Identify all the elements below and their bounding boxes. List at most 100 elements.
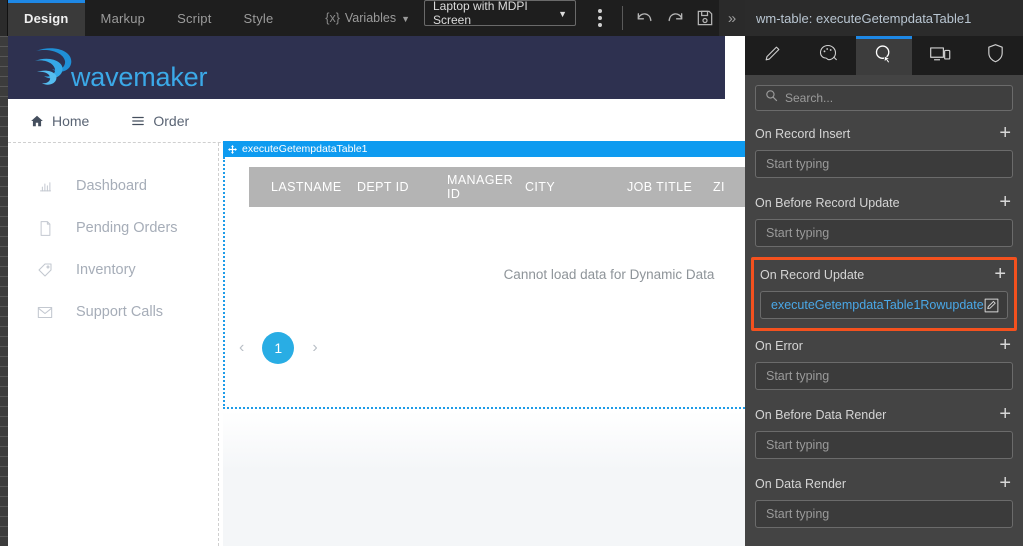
table-column-dept-id[interactable]: DEPT ID — [357, 180, 447, 194]
toolbar-left-edge — [0, 0, 8, 36]
event-header: On Pagination Change + — [755, 542, 1013, 546]
panel-tabs — [745, 36, 1023, 75]
tab-markup[interactable]: Markup — [85, 0, 162, 36]
pagination-prev-icon[interactable]: ‹ — [239, 339, 244, 357]
events-list: On Record Insert + Start typing On Befor… — [745, 119, 1023, 546]
nav-item-home-label: Home — [52, 113, 89, 129]
event-input[interactable]: Start typing — [755, 219, 1013, 247]
variables-prefix-icon: {x} — [325, 11, 340, 25]
search-placeholder: Search... — [785, 91, 833, 105]
device-select[interactable]: Laptop with MDPI Screen ▼ — [424, 0, 576, 26]
sidebar-item-dashboard[interactable]: Dashboard — [8, 165, 218, 207]
add-event-button[interactable]: + — [992, 264, 1008, 287]
pagination-next-icon[interactable]: › — [312, 339, 317, 357]
save-icon[interactable] — [691, 3, 719, 33]
tab-script[interactable]: Script — [161, 0, 227, 36]
tab-events[interactable] — [856, 36, 912, 75]
add-event-button[interactable]: + — [997, 473, 1013, 496]
event-input[interactable]: Start typing — [755, 150, 1013, 178]
toolbar-divider — [622, 6, 623, 30]
chevron-down-icon: ▼ — [558, 9, 567, 19]
event-input[interactable]: executeGetempdataTable1Rowupdate — [760, 291, 1008, 319]
add-event-button[interactable]: + — [997, 192, 1013, 215]
event-header: On Before Record Update + — [755, 192, 1013, 214]
canvas-filler — [223, 411, 745, 546]
device-select-value: Laptop with MDPI Screen — [433, 0, 558, 27]
sidebar-item-inventory[interactable]: Inventory — [8, 249, 218, 291]
table-column-lastname[interactable]: LASTNAME — [249, 180, 357, 194]
add-event-button[interactable]: + — [997, 123, 1013, 146]
ruler-left — [0, 36, 8, 546]
table-column-job-title[interactable]: JOB TITLE — [627, 180, 713, 194]
tab-design[interactable]: Design — [8, 0, 85, 36]
search-input[interactable]: Search... — [755, 85, 1013, 111]
add-event-button[interactable]: + — [997, 335, 1013, 358]
undo-icon[interactable] — [631, 3, 659, 33]
tab-display[interactable] — [912, 36, 968, 75]
event-on-data-render: On Data Render + Start typing — [755, 469, 1013, 538]
tab-security[interactable] — [967, 36, 1023, 75]
edit-icon[interactable] — [984, 298, 999, 313]
chevron-down-icon: ▼ — [401, 14, 410, 24]
event-header: On Record Update + — [760, 264, 1008, 286]
add-event-button[interactable]: + — [997, 404, 1013, 427]
nav-item-home[interactable]: Home — [30, 113, 89, 129]
tab-style[interactable]: Style — [228, 0, 290, 36]
sidebar-item-pending-orders-label: Pending Orders — [76, 220, 178, 236]
tab-markup-label: Markup — [101, 11, 146, 26]
tab-script-label: Script — [177, 11, 211, 26]
toolbar-tabs: Design Markup Script Style — [8, 0, 289, 36]
table-column-city[interactable]: CITY — [525, 180, 627, 194]
table-widget[interactable]: executeGetempdataTable1 LASTNAME DEPT ID… — [223, 157, 745, 409]
variables-label: Variables — [345, 11, 396, 25]
preview-page: wavemaker Home Order — [8, 36, 725, 546]
top-toolbar: Design Markup Script Style {x} Variables… — [0, 0, 745, 36]
variables-button[interactable]: {x} Variables ▼ — [317, 0, 418, 36]
event-placeholder: Start typing — [766, 157, 829, 171]
more-vertical-icon[interactable] — [586, 3, 614, 33]
page-content: Dashboard Pending Orders — [8, 143, 725, 546]
envelope-icon — [36, 306, 54, 319]
event-header: On Data Render + — [755, 473, 1013, 495]
event-input[interactable]: Start typing — [755, 362, 1013, 390]
toolbar-actions — [576, 0, 719, 36]
event-input[interactable]: Start typing — [755, 431, 1013, 459]
shield-icon — [986, 43, 1005, 68]
table-header-row: LASTNAME DEPT ID MANAGER ID CITY JOB TIT… — [249, 167, 745, 207]
table-pagination: ‹ 1 › — [239, 332, 318, 364]
move-icon — [228, 145, 237, 154]
tab-design-label: Design — [24, 11, 69, 26]
page-main: executeGetempdataTable1 LASTNAME DEPT ID… — [219, 143, 725, 546]
widget-selection-label[interactable]: executeGetempdataTable1 — [223, 141, 745, 157]
pagination-page-1[interactable]: 1 — [262, 332, 294, 364]
expand-panel-button[interactable]: » — [719, 0, 745, 36]
page-sidebar: Dashboard Pending Orders — [8, 143, 219, 546]
sidebar-item-support-calls-label: Support Calls — [76, 304, 163, 320]
nav-item-order-label: Order — [153, 113, 189, 129]
chart-bar-icon — [36, 179, 54, 194]
pencil-icon — [763, 44, 782, 68]
tab-properties[interactable] — [745, 36, 801, 75]
app-header: wavemaker — [8, 36, 725, 99]
table-column-zip[interactable]: ZI — [713, 180, 725, 194]
table-column-manager-id[interactable]: MANAGER ID — [447, 173, 525, 201]
event-header: On Error + — [755, 335, 1013, 357]
event-placeholder: Start typing — [766, 226, 829, 240]
event-input[interactable]: Start typing — [755, 500, 1013, 528]
sidebar-item-support-calls[interactable]: Support Calls — [8, 291, 218, 333]
wavemaker-wordmark: wavemaker — [71, 62, 207, 93]
sidebar-item-inventory-label: Inventory — [76, 262, 136, 278]
add-event-button[interactable]: + — [997, 542, 1013, 546]
tab-style[interactable] — [801, 36, 857, 75]
tab-style-label: Style — [244, 11, 274, 26]
nav-item-order[interactable]: Order — [131, 113, 189, 129]
event-label: On Data Render — [755, 477, 846, 491]
event-on-error: On Error + Start typing — [755, 331, 1013, 400]
event-header: On Before Data Render + — [755, 404, 1013, 426]
widget-name: executeGetempdataTable1 — [242, 143, 368, 155]
event-on-record-update: On Record Update + executeGetempdataTabl… — [751, 257, 1017, 331]
redo-icon[interactable] — [661, 3, 689, 33]
panel-search: Search... — [745, 75, 1023, 119]
event-on-before-data-render: On Before Data Render + Start typing — [755, 400, 1013, 469]
sidebar-item-pending-orders[interactable]: Pending Orders — [8, 207, 218, 249]
